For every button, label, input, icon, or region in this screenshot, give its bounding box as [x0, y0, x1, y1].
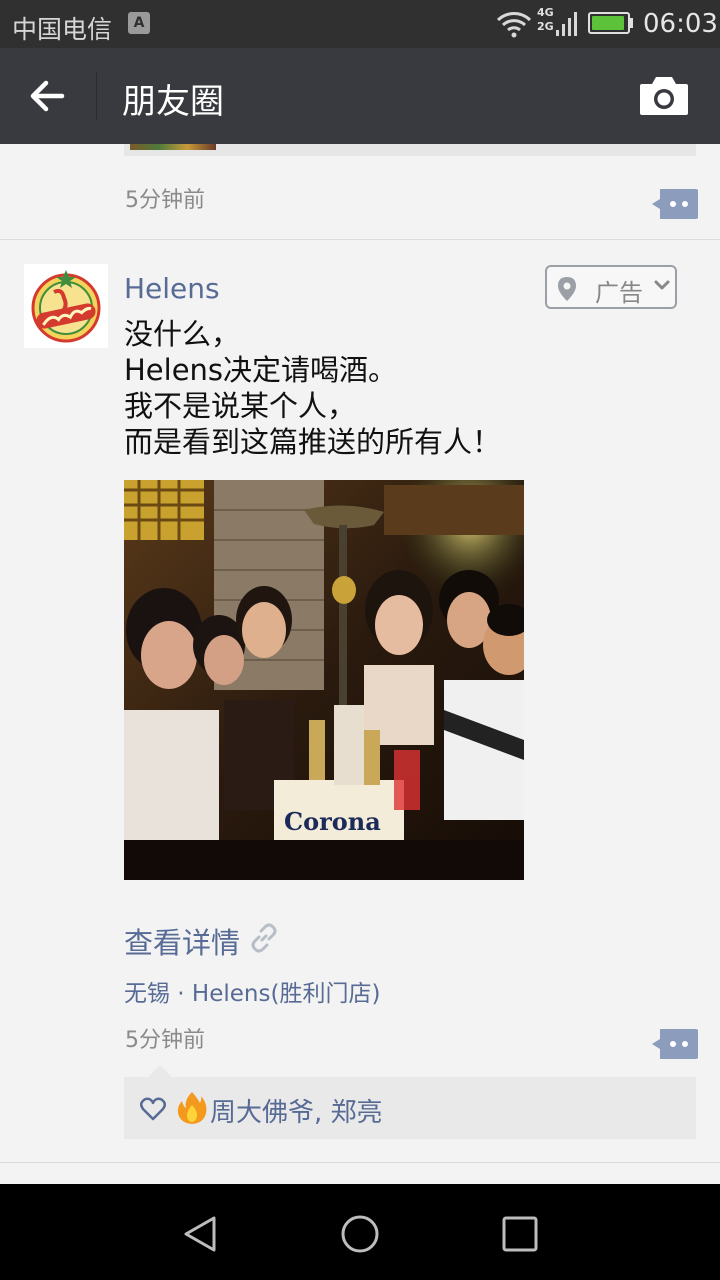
heart-icon	[140, 1097, 166, 1121]
back-button[interactable]	[18, 66, 78, 126]
post-photo[interactable]: Corona Extra	[124, 480, 524, 880]
likes-box: 周大佛爷, 郑亮	[124, 1077, 696, 1139]
signal-icon	[556, 12, 577, 36]
page-title: 朋友圈	[122, 82, 224, 122]
post-text-line: 而是看到这篇推送的所有人！	[124, 425, 502, 459]
post-divider-bottom	[0, 1162, 720, 1163]
previous-post-thumbnail[interactable]	[130, 144, 216, 150]
sim-icon: A	[128, 12, 150, 34]
post-text-line: 没什么，	[124, 317, 241, 351]
back-arrow-icon	[30, 80, 65, 112]
liker-names[interactable]: 周大佛爷, 郑亮	[210, 1092, 383, 1129]
bar-scene-image: Corona Extra	[124, 480, 524, 880]
nav-recents-button[interactable]	[492, 1206, 548, 1262]
previous-post-time: 5分钟前	[125, 188, 205, 213]
square-recents-icon	[502, 1216, 538, 1252]
battery-icon	[588, 12, 630, 34]
battery-cap	[630, 18, 633, 28]
wifi-icon	[496, 12, 532, 38]
post-divider	[0, 239, 720, 240]
ad-label-button[interactable]: 广告	[545, 265, 677, 309]
title-divider	[96, 72, 97, 120]
helens-logo-icon	[31, 270, 101, 343]
post-text-line: Helens决定请喝酒。	[124, 353, 398, 387]
post-comment-button[interactable]	[652, 1029, 698, 1059]
view-details-link[interactable]: 查看详情	[124, 920, 240, 962]
comment-icon	[652, 189, 698, 219]
comment-icon	[652, 1029, 698, 1059]
previous-post-comment-button[interactable]	[652, 189, 698, 219]
triangle-back-icon	[184, 1216, 216, 1252]
network-type: 4G 2G	[537, 6, 554, 34]
title-bar: 朋友圈	[0, 48, 720, 144]
moments-feed[interactable]: 5分钟前 Helens 广告 没什么， Helens决定请喝酒。 我不是说某个人…	[0, 144, 720, 1184]
android-nav-bar	[0, 1184, 720, 1280]
avatar[interactable]	[24, 264, 108, 348]
location-pin-icon	[558, 277, 576, 301]
battery-level	[592, 16, 624, 30]
chevron-down-icon	[654, 280, 670, 290]
post-text: 没什么， Helens决定请喝酒。 我不是说某个人， 而是看到这篇推送的所有人！	[124, 316, 684, 460]
post-location[interactable]: 无锡 · Helens(胜利门店)	[124, 974, 380, 1008]
camera-button[interactable]	[636, 72, 692, 120]
post-text-line: 我不是说某个人，	[124, 389, 357, 423]
link-icon	[251, 923, 277, 953]
fire-emoji-icon	[177, 1092, 207, 1124]
nav-back-button[interactable]	[172, 1206, 228, 1262]
camera-icon	[640, 77, 688, 115]
svg-text:Corona: Corona	[284, 807, 381, 836]
status-bar: 中国电信 A 4G 2G 06:03	[0, 0, 720, 48]
clock: 06:03	[643, 9, 718, 39]
carrier-label: 中国电信	[12, 15, 113, 44]
likes-notch	[148, 1065, 172, 1077]
nav-home-button[interactable]	[332, 1206, 388, 1262]
post-time: 5分钟前	[125, 1028, 205, 1053]
network-4g-label: 4G	[537, 6, 554, 19]
network-2g-label: 2G	[537, 20, 554, 33]
post-author-name[interactable]: Helens	[124, 272, 220, 305]
circle-home-icon	[341, 1215, 379, 1253]
ad-label: 广告	[595, 279, 643, 307]
